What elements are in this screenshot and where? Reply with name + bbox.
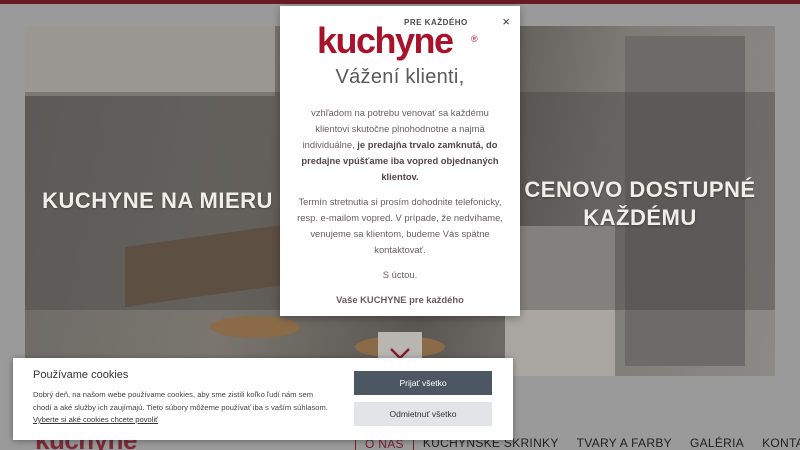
bar-stool [210,316,300,338]
modal-body: vzhľadom na potrebu venovať sa každému k… [280,105,520,308]
cookie-banner: Používame cookies Dobrý deň, na našom we… [13,358,513,440]
cookie-text: Dobrý deň, na našom webe používame cooki… [33,389,333,427]
logo-wordmark: kuchyne [317,20,454,61]
hero-right-line2: KAŽDÉMU [583,205,697,230]
upper-cabinets [25,26,275,96]
hero-link-affordable[interactable]: CENOVO DOSTUPNÉ KAŽDÉMU [520,176,760,232]
hero-link-custom-kitchens[interactable]: KUCHYNE NA MIERU [40,188,275,214]
accept-all-button[interactable]: Prijať všetko [354,371,492,395]
announcement-modal: × PRE KAŽDÉHO kuchyne ® Vážení klienti, … [280,6,520,316]
modal-signature: Vaše KUCHYNE pre každého [296,292,504,308]
modal-paragraph-1: vzhľadom na potrebu venovať sa každému k… [296,105,504,185]
cookie-title: Používame cookies [33,369,129,381]
cookie-settings-link[interactable]: Vyberte si aké cookies chcete povoliť [33,415,158,424]
hero-right-line1: CENOVO DOSTUPNÉ [524,177,756,202]
top-accent-line [0,0,800,4]
modal-greeting: Vážení klienti, [335,66,465,88]
modal-paragraph-3: S úctou. [382,269,418,280]
modal-paragraph-2: Termín stretnutia si prosím dohodnite te… [297,196,503,255]
nav-item-shapes-colors[interactable]: TVARY A FARBY [568,432,681,450]
cookie-description: Dobrý deň, na našom webe používame cooki… [33,390,328,412]
modal-logo: PRE KAŽDÉHO kuchyne ® [280,14,520,60]
registered-mark: ® [471,34,478,44]
signature-text: Vaše KUCHYNE pre každého [336,294,464,305]
nav-item-contact[interactable]: KONTAKT [753,432,800,450]
reject-all-button[interactable]: Odmietnuť všetko [354,402,492,426]
nav-item-gallery[interactable]: GALÉRIA [681,432,753,450]
